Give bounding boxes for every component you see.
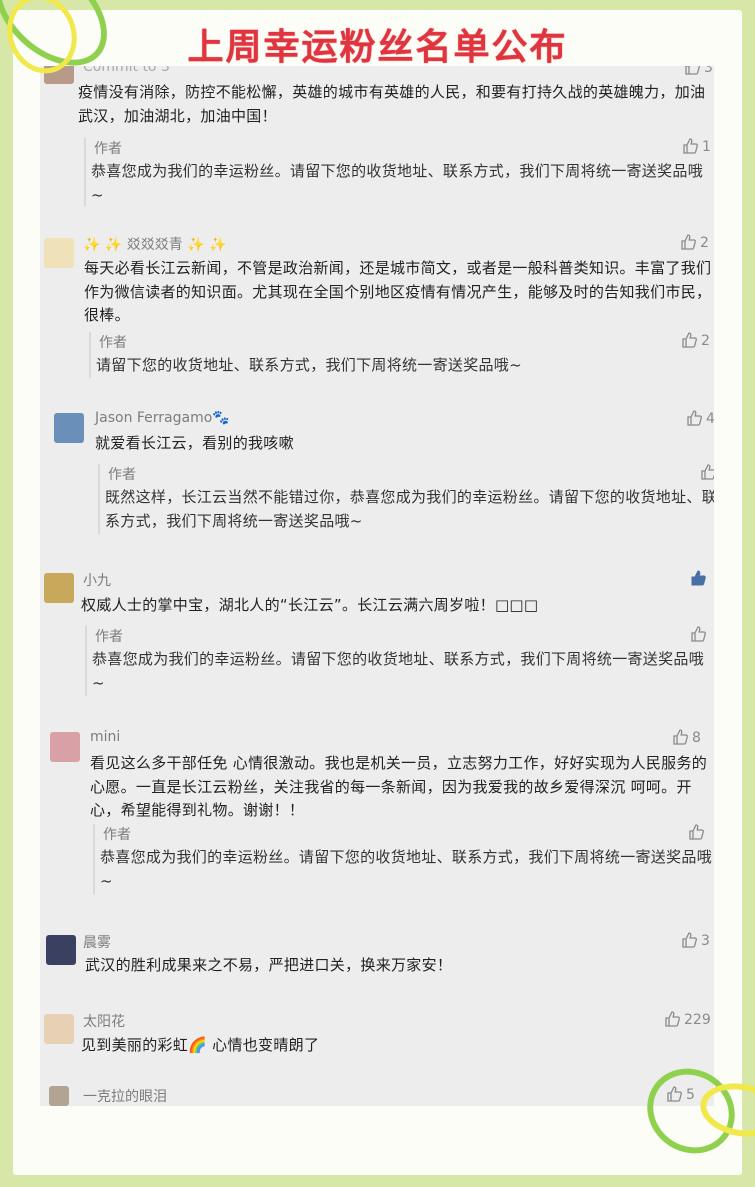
author-reply: 作者 既然这样，长江云当然不能错过你，恭喜您成为我们的幸运粉丝。请留下您的收货地…: [98, 464, 714, 534]
like-count: 8: [692, 730, 701, 746]
reply-text: 恭喜您成为我们的幸运粉丝。请留下您的收货地址、联系方式，我们下周将统一寄送奖品哦…: [100, 848, 713, 890]
page: { "title": "上周幸运粉丝名单公布", "comments": [ {…: [0, 0, 755, 1187]
thumb-up-icon: [701, 464, 714, 480]
reply-author: 作者: [99, 335, 127, 351]
like-button[interactable]: 8: [672, 729, 701, 746]
reply-author: 作者: [94, 141, 122, 157]
like-count: 2: [700, 235, 709, 251]
reply-like-button[interactable]: 2: [681, 332, 710, 349]
thumb-up-icon: [665, 1011, 680, 1027]
comment-nickname[interactable]: Commit to 3: [83, 66, 170, 75]
comment-text: 武汉的胜利成果来之不易，严把进口关，换来万家安！: [85, 956, 453, 974]
thumb-up-icon: [685, 66, 700, 75]
comment-nickname[interactable]: ✨ ✨ 㸚㸚㸚青 ✨ ✨: [83, 234, 227, 254]
like-button[interactable]: [690, 570, 710, 587]
reply-author: 作者: [103, 827, 131, 843]
thumb-up-icon: [687, 410, 702, 426]
thumb-up-icon: [682, 332, 697, 348]
thumb-up-icon: [683, 138, 698, 154]
reply-text: 请留下您的收货地址、联系方式，我们下周将统一寄送奖品哦~: [96, 356, 522, 374]
comment-nickname[interactable]: 一克拉的眼泪: [83, 1086, 167, 1106]
comment-text: 权威人士的掌中宝，湖北人的“长江云”。长江云满六周岁啦！□□□: [81, 596, 539, 614]
comment-text: 看见这么多干部任免 心情很激动。我也是机关一员，立志努力工作，好好实现为人民服务…: [90, 754, 708, 819]
avatar[interactable]: [46, 935, 76, 965]
like-count: 4: [706, 411, 714, 427]
reply-author: 作者: [108, 467, 136, 483]
avatar[interactable]: [44, 573, 74, 603]
comment-screenshot: Commit to 3 3 疫情没有消除，防控不能松懈，英雄的城市有英雄的人民，…: [40, 66, 714, 1106]
avatar[interactable]: [44, 238, 74, 268]
reply-text: 既然这样，长江云当然不能错过你，恭喜您成为我们的幸运粉丝。请留下您的收货地址、联…: [105, 488, 714, 530]
thumb-up-icon: [673, 729, 688, 745]
avatar[interactable]: [49, 1086, 69, 1106]
reply-text: 恭喜您成为我们的幸运粉丝。请留下您的收货地址、联系方式，我们下周将统一寄送奖品哦…: [91, 162, 704, 204]
comment-nickname[interactable]: mini: [90, 729, 120, 745]
thumb-up-icon: [689, 824, 704, 840]
reply-like-button[interactable]: 1: [682, 138, 711, 155]
like-count: 3: [704, 66, 713, 76]
avatar[interactable]: [50, 732, 80, 762]
avatar[interactable]: [54, 413, 84, 443]
comment-nickname[interactable]: 小九: [83, 570, 111, 590]
reply-like-count: 1: [702, 139, 711, 155]
author-reply: 作者 1 恭喜您成为我们的幸运粉丝。请留下您的收货地址、联系方式，我们下周将统一…: [84, 138, 714, 206]
reply-text: 恭喜您成为我们的幸运粉丝。请留下您的收货地址、联系方式，我们下周将统一寄送奖品哦…: [92, 650, 705, 692]
poster-title: 上周幸运粉丝名单公布: [187, 27, 568, 68]
reply-like-count: 2: [701, 333, 710, 349]
thumb-up-icon: [682, 932, 697, 948]
like-button[interactable]: 4: [686, 410, 714, 427]
comment-text: 疫情没有消除，防控不能松懈，英雄的城市有英雄的人民，和要有打持久战的英雄魄力，加…: [78, 83, 706, 125]
thumb-up-icon: [681, 234, 696, 250]
like-count: 229: [684, 1012, 711, 1028]
author-reply: 作者 2 请留下您的收货地址、联系方式，我们下周将统一寄送奖品哦~: [89, 332, 714, 378]
comment-text: 每天必看长江云新闻，不管是政治新闻，还是城市简文，或者是一般科普类知识。丰富了我…: [84, 259, 712, 324]
like-button[interactable]: 3: [681, 932, 710, 949]
thumb-up-filled-icon: [691, 570, 706, 586]
like-button[interactable]: 229: [664, 1011, 711, 1028]
avatar[interactable]: [44, 1014, 74, 1044]
like-button[interactable]: 3: [684, 66, 713, 76]
reply-like-button[interactable]: [700, 464, 714, 481]
thumb-up-icon: [691, 626, 706, 642]
comment-text: 见到美丽的彩虹🌈 心情也变晴朗了: [81, 1036, 320, 1054]
author-reply: 作者 恭喜您成为我们的幸运粉丝。请留下您的收货地址、联系方式，我们下周将统一寄送…: [93, 824, 714, 894]
reply-like-button[interactable]: [688, 824, 708, 841]
like-count: 3: [701, 933, 710, 949]
comment-text: 就爱看长江云，看别的我咳嗽: [95, 434, 294, 452]
reply-author: 作者: [95, 629, 123, 645]
author-reply: 作者 恭喜您成为我们的幸运粉丝。请留下您的收货地址、联系方式，我们下周将统一寄送…: [85, 626, 714, 696]
comment-nickname[interactable]: Jason Ferragamo🐾: [95, 410, 230, 426]
reply-like-button[interactable]: [690, 626, 710, 643]
comment-nickname[interactable]: 晨雾: [83, 932, 111, 952]
comment-nickname[interactable]: 太阳花: [83, 1011, 125, 1031]
like-button[interactable]: 2: [680, 234, 709, 251]
